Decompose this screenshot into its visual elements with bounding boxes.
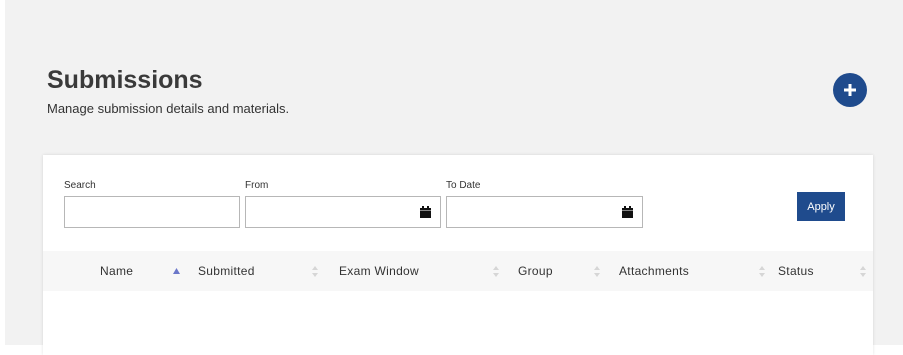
filter-table-panel: Search From To Date Apply Name Submitted… [43, 155, 873, 355]
page-title: Submissions [47, 66, 203, 94]
search-label: Search [64, 180, 96, 191]
column-header-name[interactable]: Name [100, 251, 133, 291]
from-label: From [245, 180, 269, 191]
search-field [64, 196, 240, 228]
search-input[interactable] [65, 197, 239, 227]
to-date-input[interactable] [447, 197, 612, 227]
page-background: Submissions Manage submission details an… [5, 0, 903, 355]
sort-icon[interactable] [592, 251, 602, 291]
to-calendar-button[interactable] [612, 197, 642, 227]
sort-icon[interactable] [757, 251, 767, 291]
sort-icon[interactable] [310, 251, 320, 291]
page-subtitle: Manage submission details and materials. [47, 101, 290, 116]
add-submission-button[interactable] [833, 73, 867, 107]
from-date-input[interactable] [246, 197, 410, 227]
column-header-group[interactable]: Group [518, 251, 553, 291]
to-date-label: To Date [446, 180, 481, 191]
apply-button[interactable]: Apply [797, 192, 845, 221]
to-date-field [446, 196, 643, 228]
sort-icon[interactable] [491, 251, 501, 291]
calendar-icon [419, 206, 431, 218]
plus-icon [844, 84, 856, 96]
from-date-field [245, 196, 441, 228]
column-header-attachments[interactable]: Attachments [619, 251, 689, 291]
sort-ascending-icon[interactable] [171, 251, 181, 291]
column-header-submitted[interactable]: Submitted [198, 251, 255, 291]
sort-icon[interactable] [858, 251, 868, 291]
table-header: Name Submitted Exam Window Group Attachm… [43, 251, 873, 291]
calendar-icon [621, 206, 633, 218]
table-body [43, 291, 873, 355]
column-header-status[interactable]: Status [778, 251, 814, 291]
column-header-exam-window[interactable]: Exam Window [339, 251, 419, 291]
from-calendar-button[interactable] [410, 197, 440, 227]
